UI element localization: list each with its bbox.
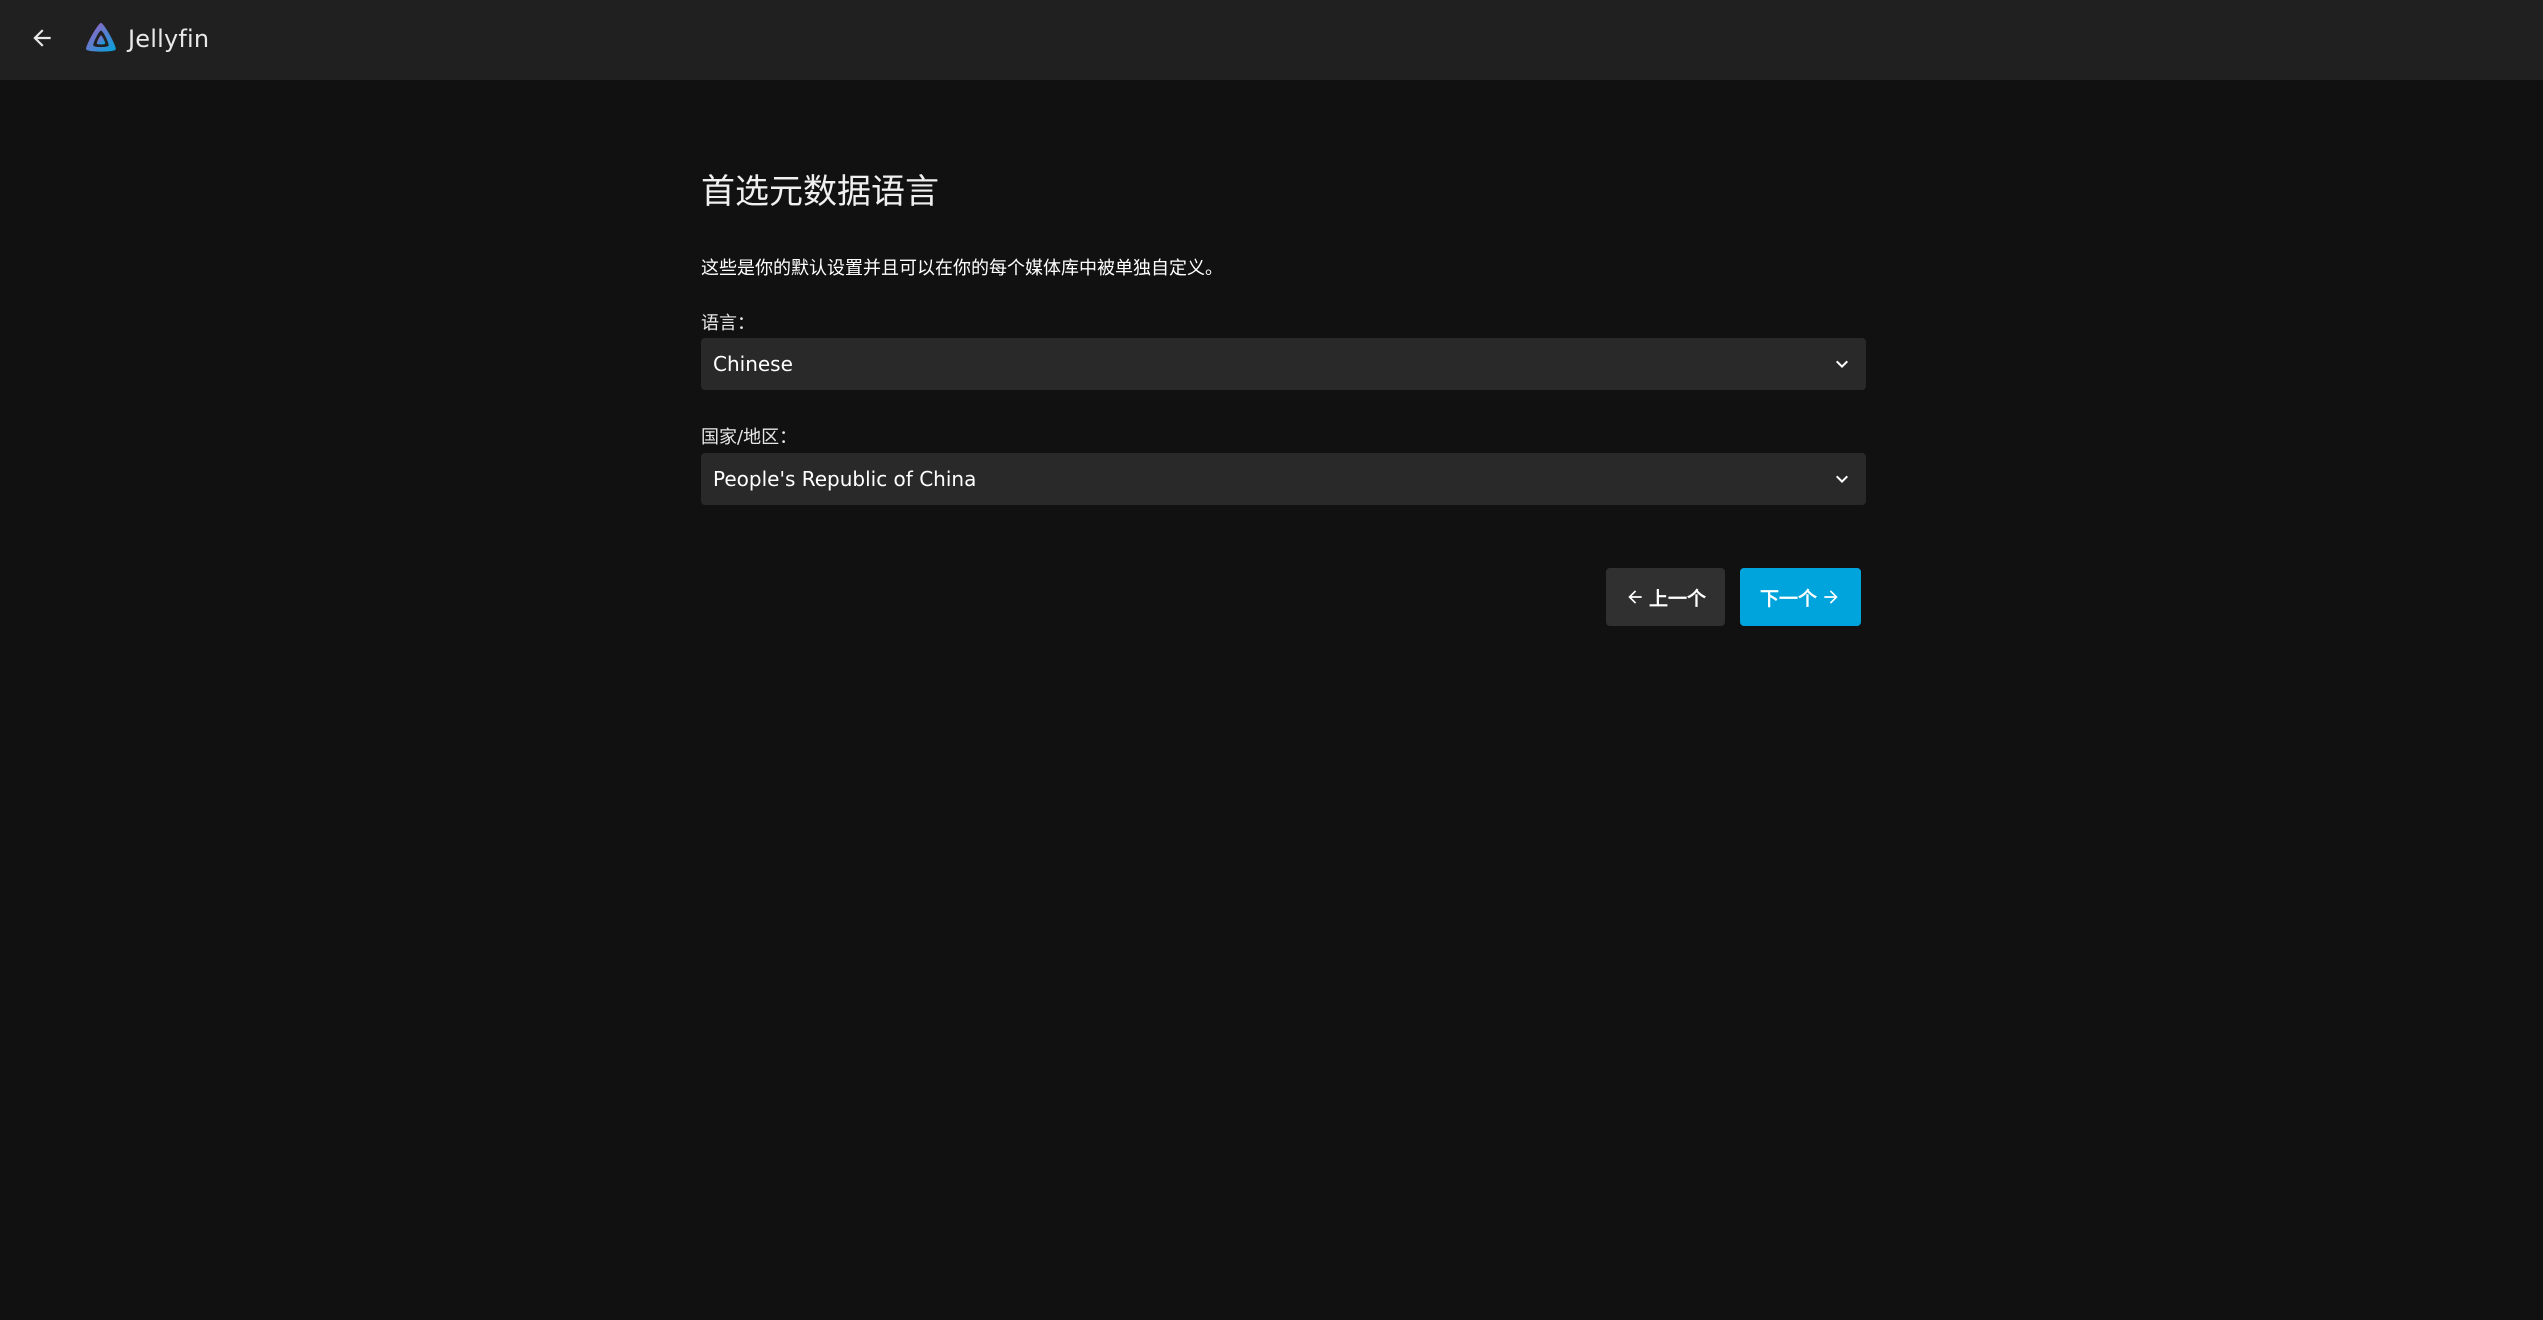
previous-button-label: 上一个 (1648, 587, 1706, 610)
country-label: 国家/地区： (701, 427, 798, 448)
arrow-right-icon (1824, 590, 1838, 604)
app-logo[interactable]: Jellyfin (82, 19, 209, 59)
country-select[interactable]: People's Republic of China (701, 453, 1866, 505)
page-description: 这些是你的默认设置并且可以在你的每个媒体库中被单独自定义。 (701, 258, 1223, 279)
next-button-label: 下一个 (1759, 587, 1817, 610)
arrow-left-icon (1628, 590, 1642, 604)
app-name: Jellyfin (128, 25, 210, 53)
language-select-value: Chinese (713, 352, 793, 376)
metadata-language-form: 首选元数据语言 这些是你的默认设置并且可以在你的每个媒体库中被单独自定义。 语言… (701, 170, 1866, 626)
previous-button[interactable]: 上一个 (1606, 568, 1725, 626)
arrow-left-icon (33, 29, 51, 47)
chevron-down-icon (1836, 360, 1848, 368)
language-select[interactable]: Chinese (701, 338, 1866, 390)
jellyfin-logo-icon (86, 22, 116, 52)
back-button[interactable] (22, 18, 62, 58)
next-button[interactable]: 下一个 (1740, 568, 1861, 626)
chevron-down-icon (1836, 475, 1848, 483)
language-label: 语言： (701, 313, 755, 334)
page-title: 首选元数据语言 (701, 172, 939, 212)
country-select-value: People's Republic of China (713, 467, 977, 491)
app-header: Jellyfin (0, 0, 2543, 80)
